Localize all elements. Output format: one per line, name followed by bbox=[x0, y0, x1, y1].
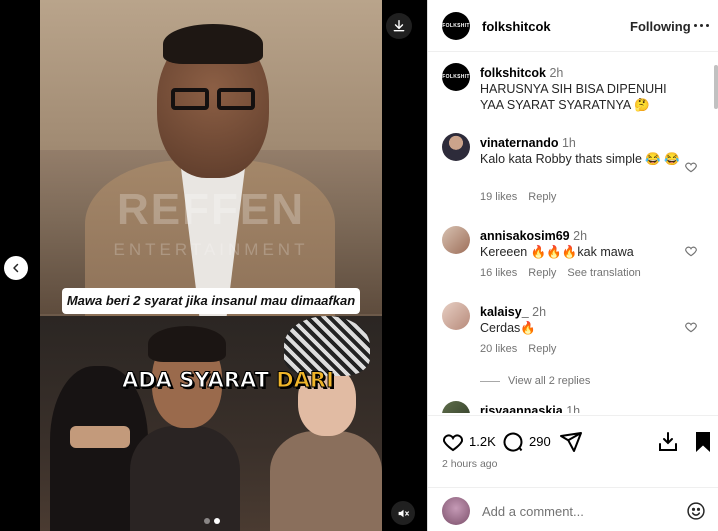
heart-icon[interactable] bbox=[684, 244, 698, 258]
comment-meta: 20 likes Reply bbox=[480, 343, 556, 355]
scrollbar[interactable] bbox=[714, 65, 718, 109]
comment-likes[interactable]: 19 likes bbox=[480, 191, 517, 203]
add-to-story-icon[interactable] bbox=[656, 430, 680, 454]
comment-time[interactable]: 1h bbox=[562, 136, 576, 150]
comment-time[interactable]: 2h bbox=[532, 305, 546, 319]
download-button[interactable] bbox=[386, 13, 412, 39]
comment-count[interactable]: 290 bbox=[529, 434, 551, 449]
download-icon bbox=[393, 20, 405, 32]
avatar-text: FOLKSHIT bbox=[442, 74, 470, 80]
avatar[interactable] bbox=[442, 302, 470, 330]
carousel-dot bbox=[204, 518, 210, 524]
avatar[interactable]: FOLKSHIT bbox=[442, 12, 470, 40]
post-media: REFFEN ENTERTAINMENT Mawa beri 2 syarat … bbox=[0, 0, 427, 531]
headscarf bbox=[284, 316, 370, 376]
smiley-icon[interactable] bbox=[686, 501, 706, 521]
reply-button[interactable]: Reply bbox=[528, 191, 556, 203]
video-player[interactable]: REFFEN ENTERTAINMENT Mawa beri 2 syarat … bbox=[40, 0, 382, 531]
avatar-text: FOLKSHIT bbox=[442, 23, 470, 29]
comment-content: annisakosim69 2h Kereeen 🔥🔥🔥kak mawa bbox=[480, 228, 680, 260]
hair bbox=[148, 326, 226, 362]
comment-username[interactable]: risyaannaskia bbox=[480, 404, 563, 413]
comment-input[interactable] bbox=[482, 502, 672, 520]
reply-button[interactable]: Reply bbox=[528, 267, 556, 279]
like-count[interactable]: 1.2K bbox=[469, 434, 496, 449]
body bbox=[130, 426, 240, 531]
caption-time[interactable]: 2h bbox=[549, 66, 563, 80]
add-comment-bar bbox=[428, 487, 718, 531]
avatar[interactable]: FOLKSHIT bbox=[442, 63, 470, 91]
comment-content: risyaannaskia 1h bbox=[480, 403, 680, 413]
eyes-band bbox=[70, 426, 130, 448]
overlay-text-highlight: DARI bbox=[276, 368, 335, 393]
post-panel: FOLKSHIT folkshitcok Following FOLKSHIT … bbox=[427, 0, 718, 531]
comment-time[interactable]: 1h bbox=[566, 404, 580, 413]
carousel-dot-active bbox=[214, 518, 220, 524]
avatar[interactable] bbox=[442, 226, 470, 254]
bookmark-icon[interactable] bbox=[691, 430, 715, 454]
caption-username[interactable]: folkshitcok bbox=[480, 66, 546, 80]
more-options-icon[interactable] bbox=[694, 24, 709, 27]
avatar[interactable] bbox=[442, 133, 470, 161]
comment-content: vinaternando 1h Kalo kata Robby thats si… bbox=[480, 135, 680, 167]
author-username[interactable]: folkshitcok bbox=[482, 19, 551, 34]
paper-plane-icon[interactable] bbox=[559, 430, 583, 454]
speaker-muted-icon bbox=[398, 509, 409, 517]
comment-username[interactable]: annisakosim69 bbox=[480, 229, 570, 243]
comment-username[interactable]: vinaternando bbox=[480, 136, 559, 150]
heart-icon[interactable] bbox=[441, 430, 465, 454]
chevron-left-icon bbox=[13, 263, 19, 273]
view-replies-label: View all 2 replies bbox=[508, 375, 591, 387]
comment-likes[interactable]: 20 likes bbox=[480, 343, 517, 355]
comment-text: Cerdas🔥 bbox=[480, 321, 536, 335]
following-button[interactable]: Following bbox=[630, 19, 691, 34]
comment-bubble-icon[interactable] bbox=[501, 430, 525, 454]
woman-figure bbox=[270, 316, 382, 531]
speaker-figure bbox=[85, 20, 335, 320]
comment-meta: 19 likes Reply bbox=[480, 191, 556, 203]
mute-toggle-button[interactable] bbox=[391, 501, 415, 525]
comment-meta: 16 likes Reply See translation bbox=[480, 267, 641, 279]
avatar[interactable] bbox=[442, 401, 470, 413]
hair bbox=[163, 24, 263, 64]
heart-icon[interactable] bbox=[684, 160, 698, 174]
post-timestamp[interactable]: 2 hours ago bbox=[442, 458, 497, 470]
comment-username[interactable]: kalaisy_ bbox=[480, 305, 529, 319]
video-overlay-text: ADA SYARAT DARI bbox=[121, 368, 335, 393]
video-top-frame: REFFEN ENTERTAINMENT Mawa beri 2 syarat … bbox=[40, 0, 382, 320]
post-header: FOLKSHIT folkshitcok Following bbox=[428, 0, 718, 52]
video-caption: Mawa beri 2 syarat jika insanul mau dima… bbox=[62, 288, 360, 314]
post-actions: 1.2K 290 2 hours ago bbox=[428, 415, 718, 485]
caption-text: HARUSNYA SIH BISA DIPENUHI YAA SYARAT SY… bbox=[480, 82, 667, 112]
body bbox=[270, 431, 382, 531]
carousel-indicator bbox=[204, 518, 220, 524]
view-replies-button[interactable]: View all 2 replies bbox=[480, 375, 590, 387]
comment-time[interactable]: 2h bbox=[573, 229, 587, 243]
avatar[interactable] bbox=[442, 497, 470, 525]
previous-media-button[interactable] bbox=[4, 256, 28, 280]
divider-line bbox=[480, 380, 500, 382]
see-translation-button[interactable]: See translation bbox=[567, 267, 640, 279]
caption-content: folkshitcok 2h HARUSNYA SIH BISA DIPENUH… bbox=[480, 65, 680, 113]
watermark-sub: ENTERTAINMENT bbox=[113, 240, 309, 259]
comment-text: Kereeen 🔥🔥🔥kak mawa bbox=[480, 245, 634, 259]
overlay-text-main: ADA SYARAT bbox=[121, 368, 277, 393]
comments-list: FOLKSHIT folkshitcok 2h HARUSNYA SIH BIS… bbox=[428, 53, 718, 413]
man-figure bbox=[130, 326, 240, 531]
watermark: REFFEN bbox=[117, 185, 305, 234]
heart-icon[interactable] bbox=[684, 320, 698, 334]
comment-text: Kalo kata Robby thats simple 😂 😂 bbox=[480, 152, 680, 166]
video-bottom-frame: ADA SYARAT DARI bbox=[40, 316, 382, 531]
reply-button[interactable]: Reply bbox=[528, 343, 556, 355]
glasses bbox=[171, 88, 257, 112]
comment-content: kalaisy_ 2h Cerdas🔥 bbox=[480, 304, 680, 336]
comment-likes[interactable]: 16 likes bbox=[480, 267, 517, 279]
